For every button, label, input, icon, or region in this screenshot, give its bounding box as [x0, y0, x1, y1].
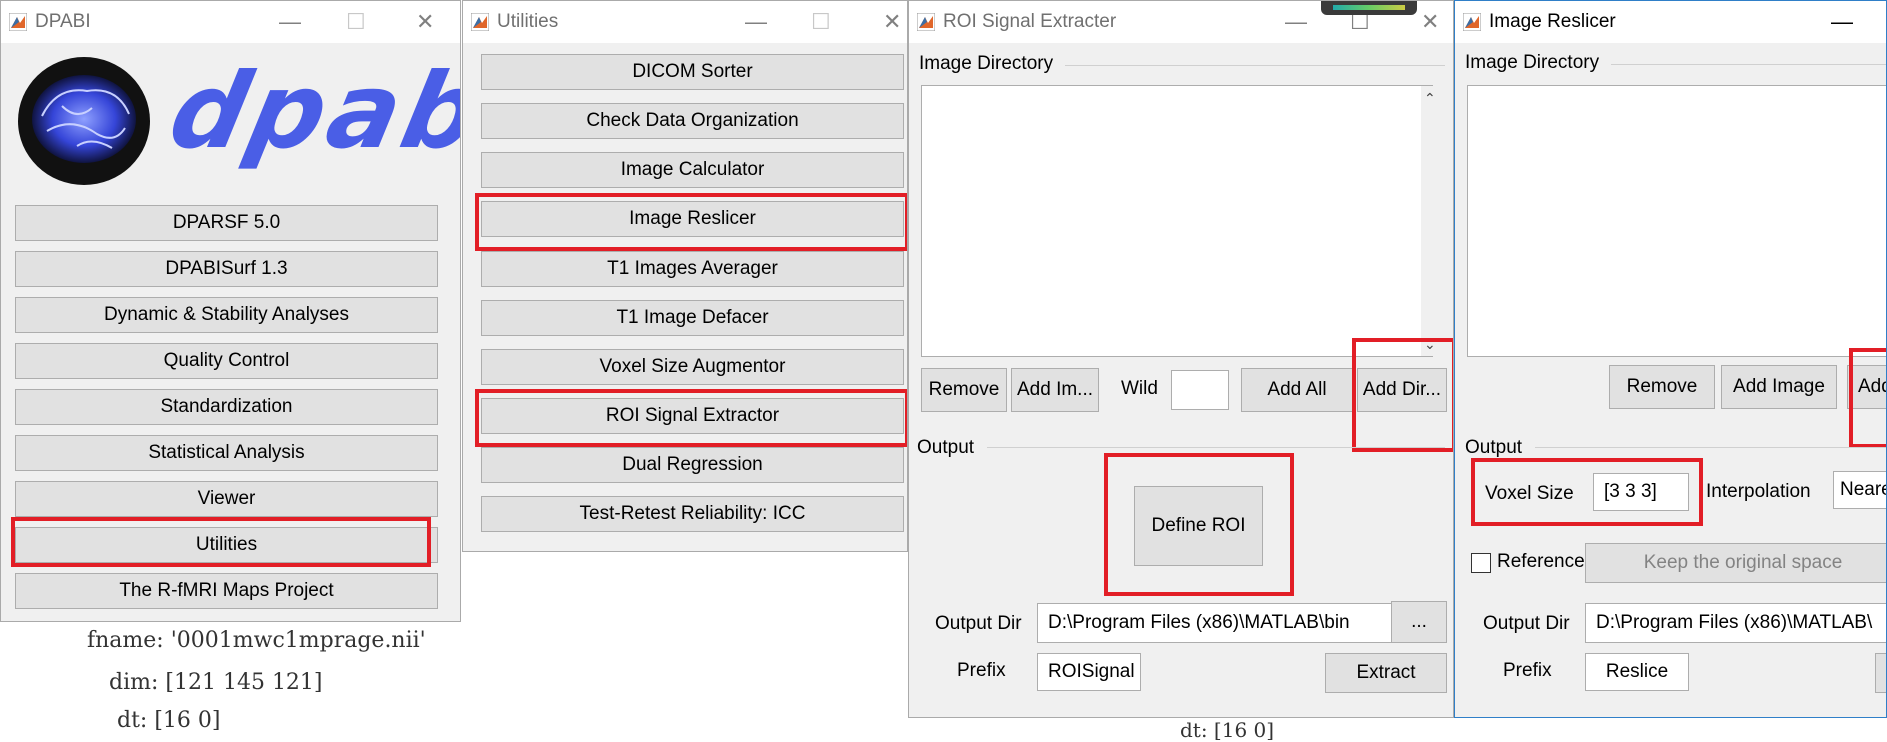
close-icon[interactable]: ✕ [416, 9, 434, 35]
remove-button[interactable]: Remove [921, 368, 1007, 412]
voxel-size-augmentor-button[interactable]: Voxel Size Augmentor [481, 349, 904, 385]
test-retest-icc-button[interactable]: Test-Retest Reliability: ICC [481, 496, 904, 532]
dpabisurf-button[interactable]: DPABISurf 1.3 [15, 251, 438, 287]
dual-regression-button[interactable]: Dual Regression [481, 447, 904, 483]
keep-original-space-button[interactable]: Keep the original space [1585, 543, 1886, 583]
roi-extractor-window: ROI Signal Extracter — ☐ ✕ Image Directo… [908, 0, 1454, 718]
reference-label: Reference [1497, 551, 1585, 572]
image-directory-list[interactable] [1467, 85, 1886, 357]
output-border [987, 447, 1445, 448]
check-data-organization-button[interactable]: Check Data Organization [481, 103, 904, 139]
add-dir-button[interactable]: Add [1847, 365, 1886, 409]
matlab-icon [9, 13, 27, 31]
minimize-icon[interactable]: — [279, 9, 301, 35]
code-line-fname: fname: '0001mwc1mprage.nii' [87, 628, 426, 653]
maximize-icon[interactable]: ☐ [346, 9, 366, 35]
add-all-button[interactable]: Add All [1241, 368, 1353, 412]
wild-input[interactable] [1171, 370, 1229, 410]
wild-label: Wild [1121, 378, 1158, 399]
prefix-input[interactable]: ROISignal [1037, 653, 1141, 691]
list-scrollbar[interactable]: ⌃ ⌄ [1421, 86, 1441, 356]
matlab-icon [917, 13, 935, 31]
reslice-button[interactable] [1875, 653, 1886, 693]
output-dir-label: Output Dir [935, 613, 1022, 634]
dpabi-logo-text: dpabi [160, 50, 461, 172]
window-title: ROI Signal Extracter [943, 11, 1117, 32]
image-directory-list[interactable] [921, 85, 1433, 357]
prefix-input[interactable]: Reslice [1585, 653, 1689, 691]
add-dir-button[interactable]: Add Dir... [1357, 368, 1447, 412]
matlab-icon [1463, 13, 1481, 31]
thumbnail-preview [1321, 1, 1417, 15]
remove-button[interactable]: Remove [1609, 365, 1715, 409]
dpabi-titlebar: DPABI — ☐ ✕ [1, 1, 460, 43]
voxel-size-label: Voxel Size [1485, 483, 1574, 504]
reslicer-window: Image Reslicer — Image Directory Remove … [1454, 0, 1887, 718]
close-icon[interactable]: ✕ [1421, 9, 1439, 35]
extract-button[interactable]: Extract [1325, 653, 1447, 693]
image-directory-border [1065, 65, 1445, 66]
rfmri-maps-button[interactable]: The R-fMRI Maps Project [15, 573, 438, 609]
roi-signal-extractor-button[interactable]: ROI Signal Extractor [481, 398, 904, 434]
reslicer-titlebar: Image Reslicer — [1455, 1, 1886, 43]
output-label: Output [1465, 437, 1523, 458]
viewer-button[interactable]: Viewer [15, 481, 438, 517]
scroll-up-icon[interactable]: ⌃ [1424, 90, 1436, 107]
window-title: DPABI [35, 11, 91, 32]
utilities-titlebar: Utilities — ☐ ✕ [463, 1, 907, 43]
output-border [1535, 447, 1886, 448]
prefix-label: Prefix [957, 660, 1006, 681]
scroll-down-icon[interactable]: ⌄ [1424, 336, 1436, 353]
brain-logo-icon [18, 57, 150, 185]
window-title: Image Reslicer [1489, 11, 1616, 32]
utilities-window: Utilities — ☐ ✕ DICOM Sorter Check Data … [462, 0, 908, 552]
minimize-icon[interactable]: — [1831, 9, 1853, 35]
t1-image-defacer-button[interactable]: T1 Image Defacer [481, 300, 904, 336]
define-roi-button[interactable]: Define ROI [1134, 486, 1263, 566]
add-image-button[interactable]: Add Image [1721, 365, 1837, 409]
standardization-button[interactable]: Standardization [15, 389, 438, 425]
image-directory-label: Image Directory [1465, 52, 1600, 73]
quality-control-button[interactable]: Quality Control [15, 343, 438, 379]
statistical-analysis-button[interactable]: Statistical Analysis [15, 435, 438, 471]
image-reslicer-button[interactable]: Image Reslicer [481, 201, 904, 237]
maximize-icon[interactable]: ☐ [811, 9, 831, 35]
interpolation-label: Interpolation [1706, 481, 1811, 502]
browse-button[interactable]: ... [1391, 601, 1447, 643]
output-dir-input[interactable]: D:\Program Files (x86)\MATLAB\ [1585, 603, 1886, 643]
utilities-button[interactable]: Utilities [15, 527, 438, 563]
image-calculator-button[interactable]: Image Calculator [481, 152, 904, 188]
minimize-icon[interactable]: — [1285, 9, 1307, 35]
dpabi-window: DPABI — ☐ ✕ dpabi DPARSF 5.0 DPABISurf 1… [0, 0, 461, 622]
dicom-sorter-button[interactable]: DICOM Sorter [481, 54, 904, 90]
dparsf-button[interactable]: DPARSF 5.0 [15, 205, 438, 241]
output-label: Output [917, 437, 975, 458]
close-icon[interactable]: ✕ [883, 9, 901, 35]
output-dir-input[interactable]: D:\Program Files (x86)\MATLAB\bin [1037, 603, 1395, 643]
reference-checkbox[interactable] [1471, 553, 1491, 573]
minimize-icon[interactable]: — [745, 9, 767, 35]
t1-images-averager-button[interactable]: T1 Images Averager [481, 251, 904, 287]
window-title: Utilities [497, 11, 559, 32]
output-dir-label: Output Dir [1483, 613, 1570, 634]
dynamic-stability-button[interactable]: Dynamic & Stability Analyses [15, 297, 438, 333]
add-image-button[interactable]: Add Im... [1011, 368, 1099, 412]
image-directory-label: Image Directory [919, 53, 1054, 74]
image-directory-border [1611, 64, 1886, 65]
code-line-dim: dim: [121 145 121] [109, 670, 323, 695]
matlab-icon [471, 13, 489, 31]
interpolation-select[interactable]: Neare [1833, 471, 1886, 509]
prefix-label: Prefix [1503, 660, 1552, 681]
code-line-dt: dt: [16 0] [117, 708, 221, 733]
voxel-size-input[interactable]: [3 3 3] [1593, 473, 1689, 511]
code-line-dt-2: dt: [16 0] [1180, 718, 1275, 742]
